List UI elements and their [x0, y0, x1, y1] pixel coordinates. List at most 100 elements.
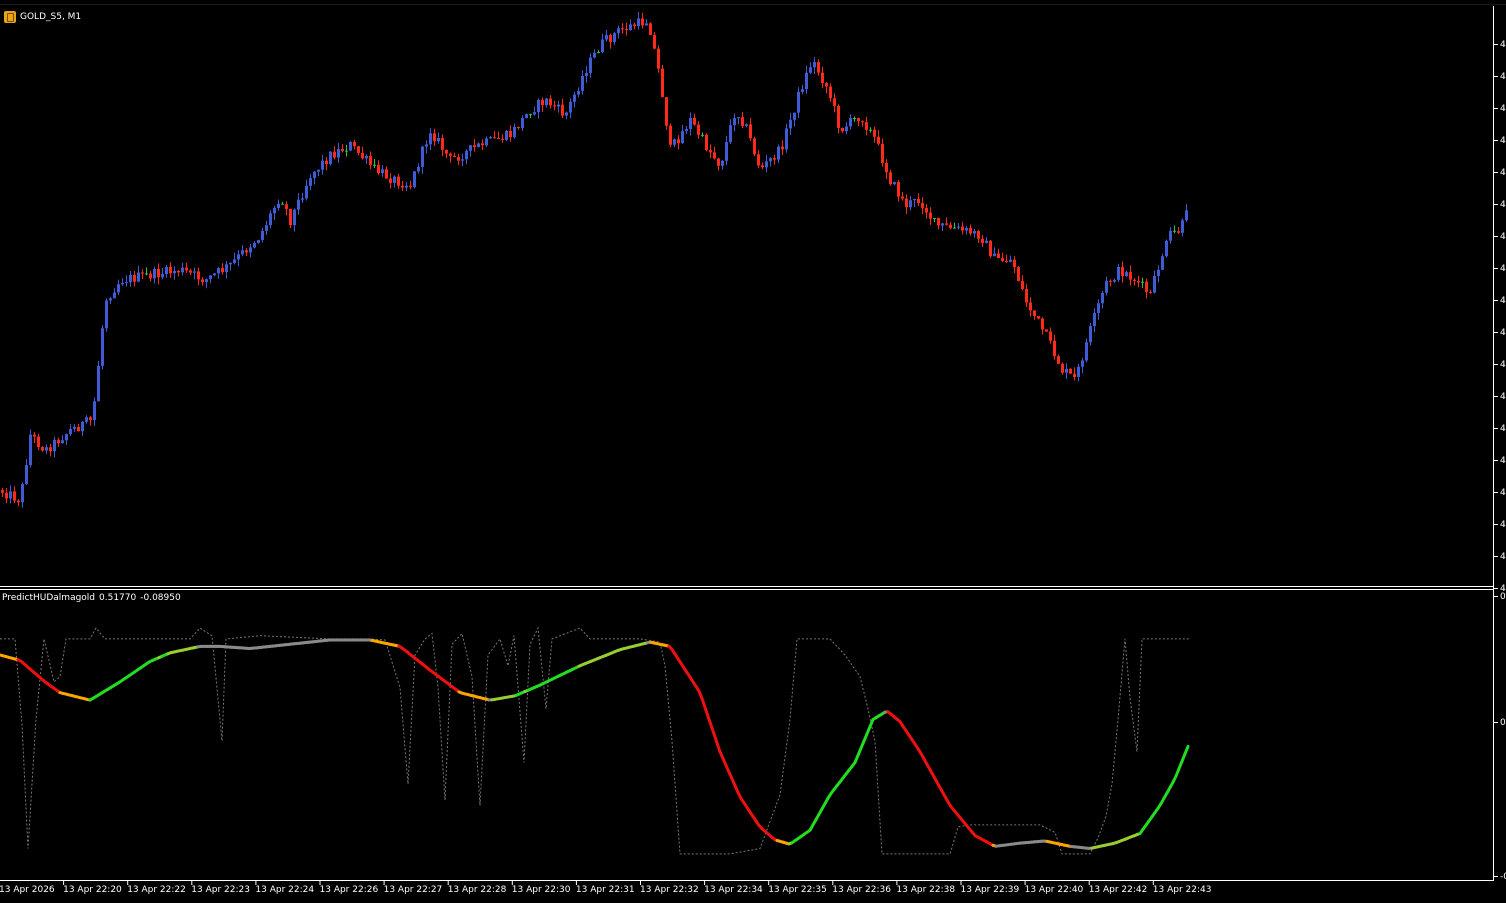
candle — [161, 267, 164, 280]
candle — [1061, 362, 1064, 375]
candle — [1173, 225, 1176, 234]
candle — [1109, 279, 1112, 287]
candle — [125, 275, 128, 287]
candle — [201, 277, 204, 286]
candle — [373, 159, 376, 169]
candle — [173, 266, 176, 280]
candle — [253, 241, 256, 249]
candle — [969, 224, 972, 236]
candle — [297, 193, 300, 215]
candle — [445, 149, 448, 159]
candle — [841, 127, 844, 134]
candle — [533, 106, 536, 116]
candle — [901, 191, 904, 201]
chart-window[interactable]: 444444444444444444 00-0 GOLD_S5, M1 Pred… — [0, 0, 1506, 903]
candle — [185, 262, 188, 273]
candle — [309, 173, 312, 191]
symbol-title[interactable]: GOLD_S5, M1 — [4, 10, 81, 24]
candle — [921, 197, 924, 215]
candle — [417, 163, 420, 174]
indicator-tick-label: 0 — [1500, 592, 1506, 602]
price-tick-label: 4 — [1500, 200, 1506, 210]
candle — [613, 31, 616, 45]
time-tick-label: 13 Apr 22:26 — [319, 885, 379, 895]
candle — [593, 49, 596, 59]
candle — [777, 144, 780, 164]
candle — [905, 194, 908, 214]
candle — [61, 435, 64, 444]
candle — [129, 270, 132, 287]
candle — [1137, 275, 1140, 288]
candle — [501, 134, 504, 143]
chart-canvas[interactable]: 444444444444444444 00-0 — [0, 0, 1506, 903]
candle — [913, 198, 916, 208]
candle — [105, 298, 108, 332]
candle — [1185, 204, 1188, 222]
candle — [465, 149, 468, 165]
candle — [241, 245, 244, 257]
candle — [873, 126, 876, 143]
candle — [1181, 218, 1184, 237]
indicator-series — [0, 626, 1190, 855]
candle — [545, 97, 548, 108]
candle — [389, 172, 392, 189]
candle — [1041, 317, 1044, 335]
candle — [49, 443, 52, 457]
candle — [85, 415, 88, 424]
candle — [1085, 338, 1088, 363]
price-tick-label: 4 — [1500, 488, 1506, 498]
candle — [353, 139, 356, 150]
candle — [369, 151, 372, 169]
candle — [809, 62, 812, 75]
candle — [81, 420, 84, 436]
candle — [805, 65, 808, 94]
candle — [973, 228, 976, 238]
candle — [453, 152, 456, 158]
candle — [469, 144, 472, 157]
candle — [25, 459, 28, 485]
candle — [101, 325, 104, 370]
candle — [1089, 323, 1092, 346]
candle — [477, 142, 480, 148]
indicator-title[interactable]: PredictHUDalmagold 0.51770 -0.08950 — [2, 593, 185, 603]
candle — [601, 33, 604, 54]
candle — [57, 437, 60, 447]
candle — [561, 98, 564, 119]
candle — [769, 157, 772, 167]
candle — [157, 263, 160, 285]
candle — [229, 262, 232, 271]
candle — [393, 175, 396, 188]
candle — [1053, 334, 1056, 360]
candle — [205, 278, 208, 289]
candle — [145, 267, 148, 276]
candle — [133, 270, 136, 287]
candle — [1097, 299, 1100, 320]
candle — [13, 486, 16, 503]
candle — [589, 53, 592, 78]
candle — [73, 424, 76, 432]
candle — [581, 70, 584, 95]
candle — [433, 128, 436, 146]
time-tick-label: 13 Apr 22:36 — [832, 885, 891, 895]
time-tick-label: 13 Apr 22:34 — [704, 885, 763, 895]
candle — [577, 87, 580, 98]
time-tick-label: 13 Apr 22:31 — [575, 885, 635, 895]
candle — [741, 111, 744, 129]
candle — [917, 193, 920, 206]
candle — [65, 433, 68, 446]
candle — [817, 59, 820, 76]
candle — [637, 11, 640, 30]
price-tick-label: 4 — [1500, 232, 1506, 242]
time-tick-label: 13 Apr 22:32 — [640, 885, 699, 895]
candle — [1177, 227, 1180, 235]
candle — [233, 252, 236, 265]
candle — [693, 113, 696, 126]
candle — [753, 136, 756, 157]
candle — [53, 436, 56, 458]
time-tick-label: 13 Apr 22:35 — [768, 885, 827, 895]
candle — [177, 269, 180, 277]
candle — [265, 220, 268, 235]
candle — [849, 114, 852, 130]
candle — [937, 217, 940, 230]
time-tick-label: 13 Apr 22:27 — [383, 885, 443, 895]
